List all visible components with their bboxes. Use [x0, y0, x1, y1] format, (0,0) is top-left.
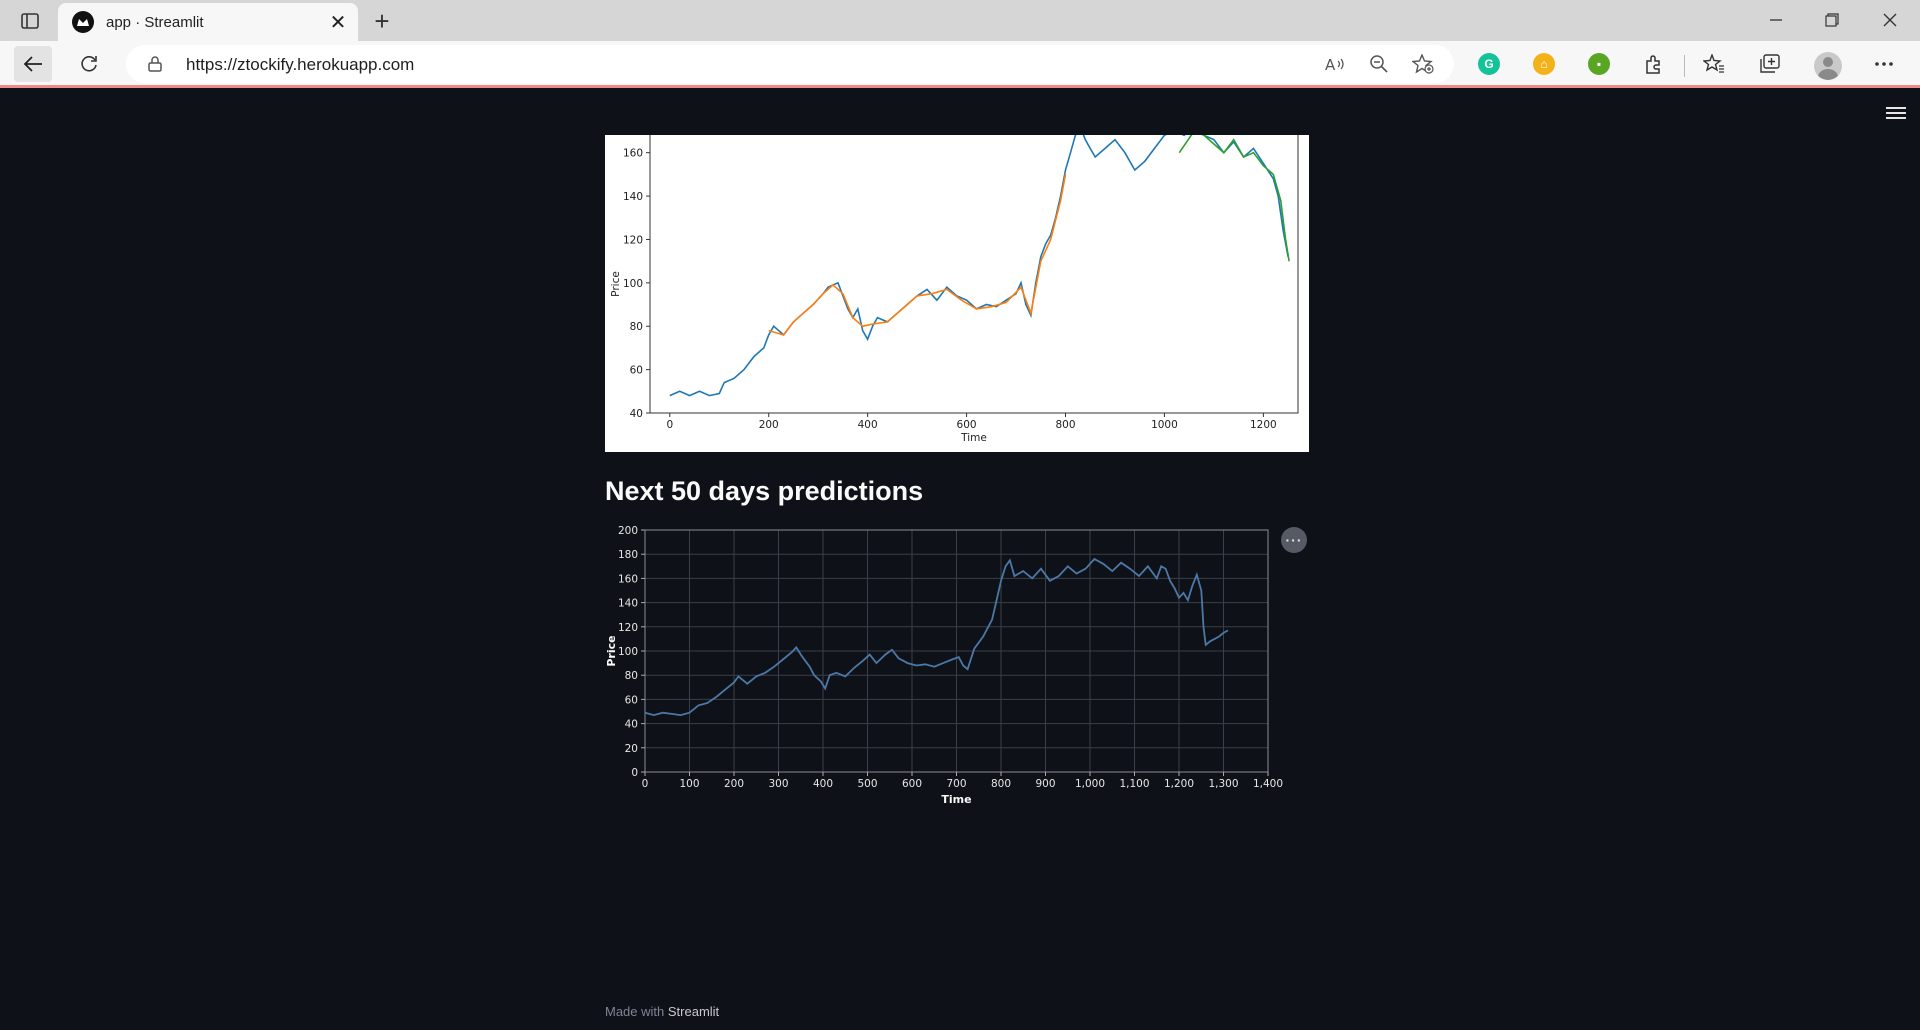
vega-line-chart-svg: 0 100 200 300 400 500 600 700 800 900 1,000 1,100 1,… — [605, 525, 1283, 806]
restore-icon[interactable] — [1804, 0, 1860, 40]
matplotlib-chart: 0 200 400 600 800 1000 1200 40 60 80 100 120 140 160 T… — [605, 135, 1309, 452]
x-tick-label: 1,000 — [1075, 778, 1105, 790]
url-text[interactable]: https://ztockify.herokuapp.com — [186, 55, 414, 75]
series-line-2 — [768, 174, 1067, 336]
back-arrow-icon[interactable] — [14, 46, 52, 82]
y-tick-label: 160 — [623, 148, 643, 160]
x-tick-label: 300 — [768, 778, 788, 790]
hamburger-menu-icon[interactable] — [1886, 104, 1906, 124]
x-tick-label: 1200 — [1250, 419, 1277, 431]
y-tick-label: 80 — [625, 670, 638, 682]
vega-line-chart[interactable]: 0 100 200 300 400 500 600 700 800 900 1,000 1,100 1,… — [605, 522, 1309, 812]
address-bar[interactable]: https://ztockify.herokuapp.com A — [126, 45, 1454, 83]
x-tick-label: 1,300 — [1208, 778, 1238, 790]
x-axis-label: Time — [960, 432, 987, 444]
zoom-out-icon[interactable] — [1366, 53, 1392, 75]
collections-icon[interactable] — [1756, 51, 1784, 77]
new-tab-icon[interactable]: + — [366, 6, 398, 36]
x-axis-label: Time — [941, 793, 971, 806]
x-tick-label: 800 — [1055, 419, 1075, 431]
x-tick-label: 900 — [1035, 778, 1055, 790]
x-tick-label: 600 — [957, 419, 977, 431]
y-axis-label: Price — [610, 271, 622, 297]
lock-icon[interactable] — [148, 56, 162, 77]
x-tick-label: 700 — [946, 778, 966, 790]
x-tick-label: 500 — [857, 778, 877, 790]
y-tick-label: 140 — [618, 598, 638, 610]
y-tick-label: 160 — [618, 573, 638, 585]
y-tick-label: 60 — [625, 694, 638, 706]
y-tick-label: 120 — [623, 234, 643, 246]
y-tick-label: 120 — [618, 622, 638, 634]
tab-actions-icon[interactable] — [12, 8, 48, 34]
footer-prefix: Made with — [605, 1004, 665, 1019]
streamlit-link[interactable]: Streamlit — [668, 1004, 719, 1019]
mpl-axes-frame — [649, 135, 1299, 414]
x-tick-label: 1,100 — [1119, 778, 1149, 790]
x-tick-label: 800 — [991, 778, 1011, 790]
footer: Made with Streamlit — [605, 1004, 719, 1019]
x-tick-label: 1000 — [1151, 419, 1178, 431]
browser-tab[interactable]: app · Streamlit ✕ — [58, 3, 358, 41]
y-tick-label: 60 — [630, 365, 643, 377]
profile-avatar[interactable] — [1814, 52, 1842, 80]
y-tick-label: 80 — [630, 321, 643, 333]
y-tick-label: 140 — [623, 191, 643, 203]
chart-actions-menu-icon[interactable]: ··· — [1281, 527, 1307, 553]
browser-tab-bar: app · Streamlit ✕ + — [0, 0, 1920, 41]
favorites-icon[interactable] — [1700, 51, 1728, 77]
y-tick-label: 100 — [623, 278, 643, 290]
prediction-line — [644, 557, 1229, 717]
x-tick-label: 0 — [666, 419, 673, 431]
toolbar-divider — [1684, 55, 1685, 77]
streamlit-favicon-icon — [72, 11, 94, 33]
series-line-1 — [669, 135, 1289, 397]
x-tick-label: 1,400 — [1253, 778, 1283, 790]
y-tick-label: 20 — [625, 743, 638, 755]
tab-title: app · Streamlit — [106, 13, 204, 31]
x-tick-label: 0 — [642, 778, 649, 790]
more-menu-icon[interactable] — [1870, 51, 1898, 77]
x-tick-label: 200 — [759, 419, 779, 431]
minimize-icon[interactable] — [1748, 0, 1804, 40]
refresh-icon[interactable] — [70, 46, 108, 82]
close-window-icon[interactable] — [1862, 0, 1918, 40]
x-tick-label: 600 — [902, 778, 922, 790]
green-extension-icon[interactable]: ▪ — [1588, 53, 1610, 75]
extensions-puzzle-icon[interactable] — [1640, 51, 1668, 77]
read-aloud-icon[interactable]: A — [1322, 53, 1348, 75]
x-tick-label: 200 — [724, 778, 744, 790]
x-tick-label: 100 — [679, 778, 699, 790]
x-tick-label: 400 — [813, 778, 833, 790]
y-tick-label: 180 — [618, 549, 638, 561]
browser-nav-bar: https://ztockify.herokuapp.com A G ⌂ ▪ — [0, 41, 1920, 88]
grammarly-extension-icon[interactable]: G — [1478, 53, 1500, 75]
section-heading: Next 50 days predictions — [605, 476, 924, 506]
home-extension-icon[interactable]: ⌂ — [1533, 53, 1555, 75]
y-tick-label: 100 — [618, 646, 638, 658]
y-tick-label: 0 — [631, 767, 638, 779]
close-tab-icon[interactable]: ✕ — [324, 8, 352, 36]
series-line-3 — [1178, 135, 1290, 262]
svg-text:A: A — [1325, 56, 1336, 73]
x-tick-label: 1,200 — [1164, 778, 1194, 790]
add-favorite-icon[interactable] — [1410, 53, 1436, 75]
y-axis-label: Price — [605, 635, 618, 666]
x-tick-label: 400 — [858, 419, 878, 431]
y-tick-label: 40 — [630, 408, 643, 420]
matplotlib-chart-svg: 0 200 400 600 800 1000 1200 40 60 80 100 120 140 160 T… — [610, 135, 1299, 444]
y-tick-label: 200 — [618, 525, 638, 537]
y-tick-label: 40 — [625, 719, 638, 731]
